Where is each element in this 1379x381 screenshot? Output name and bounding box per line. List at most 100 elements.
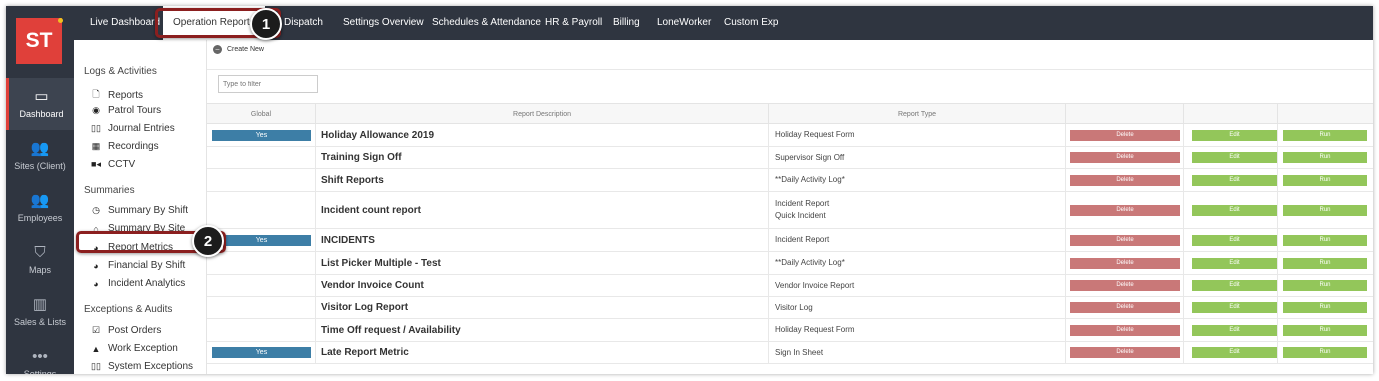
edit-button[interactable]: Edit	[1192, 280, 1277, 291]
run-cell: Run	[1278, 252, 1373, 274]
edit-button[interactable]: Edit	[1192, 152, 1277, 163]
sidebar-item-work-exception[interactable]: ▲ Work Exception	[90, 343, 178, 354]
tab-custom-exp[interactable]: Custom Exp	[724, 6, 778, 40]
app-window: ST ▭ Dashboard 👥 Sites (Client) 👥 Employees ⛉ M…	[6, 6, 1373, 374]
table-row: Visitor Log Report Visitor Log Delete Edit R…	[207, 297, 1373, 319]
pie-chart-icon: ◕	[93, 260, 99, 271]
delete-button[interactable]: Delete	[1070, 280, 1180, 291]
table-row: List Picker Multiple - Test **Daily Activ…	[207, 252, 1373, 275]
create-new-label: Create New	[227, 46, 264, 53]
run-button[interactable]: Run	[1283, 280, 1367, 291]
tab-live-dashboard[interactable]: Live Dashboard	[90, 6, 160, 40]
sidebar-item-system-exceptions[interactable]: ▯▯ System Exceptions	[90, 361, 193, 372]
sidebar-item-patrol-tours[interactable]: ◉ Patrol Tours	[90, 105, 161, 116]
sidebar-item-journal-entries[interactable]: ▯▯ Journal Entries	[90, 123, 175, 134]
delete-button[interactable]: Delete	[1070, 204, 1180, 216]
rail-item-employees[interactable]: 👥 Employees	[6, 182, 74, 234]
header-global: Global	[207, 104, 316, 125]
report-description: Visitor Log Report	[316, 297, 769, 318]
sidebar-item-summary-by-shift[interactable]: ◷ Summary By Shift	[90, 205, 188, 216]
run-button[interactable]: Run	[1283, 302, 1367, 313]
tab-loneworker[interactable]: LoneWorker	[657, 6, 711, 40]
sidebar-item-reports[interactable]: 🗋 Reports	[90, 87, 143, 103]
sidebar-item-cctv[interactable]: ■◂ CCTV	[90, 159, 135, 170]
monitor-icon: ▭	[34, 88, 49, 105]
report-description: Shift Reports	[316, 169, 769, 191]
filter-input[interactable]	[218, 75, 318, 93]
delete-cell: Delete	[1066, 124, 1184, 146]
run-cell: Run	[1278, 319, 1373, 341]
sidebar-item-label: Work Exception	[108, 343, 178, 354]
delete-button[interactable]: Delete	[1070, 302, 1180, 313]
notification-dot	[58, 18, 63, 23]
delete-button[interactable]: Delete	[1070, 129, 1180, 141]
run-button[interactable]: Run	[1283, 152, 1367, 163]
rail-item-label: Settings	[23, 369, 57, 374]
people-icon: 👥	[30, 140, 50, 157]
rail-item-label: Employees	[17, 213, 63, 223]
edit-button[interactable]: Edit	[1192, 347, 1277, 358]
global-cell	[207, 275, 316, 296]
table-row: Yes INCIDENTS Incident Report Delete Edit Run	[207, 229, 1373, 252]
sidebar-item-recordings[interactable]: ▦ Recordings	[90, 141, 159, 152]
delete-button[interactable]: Delete	[1070, 257, 1180, 269]
delete-cell: Delete	[1066, 192, 1184, 228]
rail-item-sites-client[interactable]: 👥 Sites (Client)	[6, 130, 74, 182]
tab-hr-payroll[interactable]: HR & Payroll	[545, 6, 602, 40]
delete-cell: Delete	[1066, 319, 1184, 341]
run-button[interactable]: Run	[1283, 347, 1367, 358]
delete-button[interactable]: Delete	[1070, 174, 1180, 186]
run-button[interactable]: Run	[1283, 257, 1367, 269]
edit-button[interactable]: Edit	[1192, 324, 1277, 336]
create-new-button[interactable]: – Create New	[213, 45, 264, 54]
delete-button[interactable]: Delete	[1070, 324, 1180, 336]
run-button[interactable]: Run	[1283, 234, 1367, 246]
run-button[interactable]: Run	[1283, 204, 1367, 216]
sidebar-item-incident-analytics[interactable]: ◕ Incident Analytics	[90, 278, 185, 289]
table-row: Incident count report Incident Report Quic…	[207, 192, 1373, 229]
rail-item-dashboard[interactable]: ▭ Dashboard	[6, 78, 74, 130]
sidebar-item-label: Recordings	[108, 141, 159, 152]
edit-button[interactable]: Edit	[1192, 257, 1277, 269]
global-cell: Yes	[207, 124, 316, 146]
delete-button[interactable]: Delete	[1070, 347, 1180, 358]
sidebar-item-label: Financial By Shift	[108, 260, 186, 271]
edit-cell: Edit	[1184, 297, 1278, 318]
run-cell: Run	[1278, 342, 1373, 363]
delete-button[interactable]: Delete	[1070, 152, 1180, 163]
run-button[interactable]: Run	[1283, 324, 1367, 336]
rail-item-settings[interactable]: ••• Settings	[6, 338, 74, 375]
delete-cell: Delete	[1066, 275, 1184, 296]
report-type: Quick Incident	[775, 211, 826, 220]
table-row: Yes Late Report Metric Sign In Sheet Delete…	[207, 342, 1373, 364]
edit-button[interactable]: Edit	[1192, 302, 1277, 313]
app-logo[interactable]: ST	[16, 18, 62, 64]
tab-schedules-attendance[interactable]: Schedules & Attendance	[432, 6, 541, 40]
run-button[interactable]: Run	[1283, 174, 1367, 186]
tab-billing[interactable]: Billing	[613, 6, 640, 40]
report-description: Time Off request / Availability	[316, 319, 769, 341]
delete-cell: Delete	[1066, 342, 1184, 363]
report-type: **Daily Activity Log*	[775, 175, 845, 184]
tab-dispatch[interactable]: Dispatch	[284, 6, 323, 40]
delete-button[interactable]: Delete	[1070, 234, 1180, 246]
edit-button[interactable]: Edit	[1192, 204, 1277, 216]
global-cell	[207, 169, 316, 191]
sidebar-item-label: System Exceptions	[108, 361, 194, 372]
global-yes-badge: Yes	[212, 234, 311, 246]
report-description: Incident count report	[316, 192, 769, 228]
report-description: Late Report Metric	[316, 342, 769, 363]
edit-button[interactable]: Edit	[1192, 174, 1277, 186]
tab-settings-overview[interactable]: Settings Overview	[343, 6, 424, 40]
run-button[interactable]: Run	[1283, 129, 1367, 141]
rail-item-sales-lists[interactable]: ▥ Sales & Lists	[6, 286, 74, 338]
sidebar-item-post-orders[interactable]: ☑ Post Orders	[90, 325, 161, 336]
sidebar-item-financial-by-shift[interactable]: ◕ Financial By Shift	[90, 260, 185, 271]
report-type: Supervisor Sign Off	[775, 152, 845, 162]
edit-button[interactable]: Edit	[1192, 234, 1277, 246]
report-type: **Daily Activity Log*	[775, 258, 845, 267]
rail-item-maps[interactable]: ⛉ Maps	[6, 234, 74, 286]
callout-badge-1: 1	[250, 8, 282, 40]
edit-button[interactable]: Edit	[1192, 129, 1277, 141]
report-description: Vendor Invoice Count	[316, 275, 769, 296]
